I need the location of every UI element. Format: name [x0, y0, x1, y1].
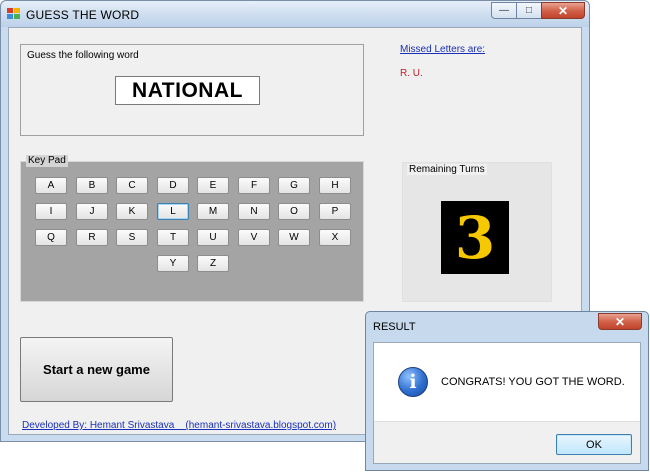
key-v-button[interactable]: V — [238, 229, 270, 246]
minimize-icon: — — [499, 5, 509, 16]
missed-letters-title: Missed Letters are: — [400, 44, 486, 55]
key-w-button[interactable]: W — [278, 229, 310, 246]
close-button[interactable]: ✕ — [541, 2, 585, 19]
developer-link[interactable]: Developed By: Hemant Srivastava (hemant-… — [22, 420, 336, 431]
maximize-icon: □ — [525, 5, 533, 16]
key-l-button[interactable]: L — [157, 203, 189, 220]
key-e-button[interactable]: E — [197, 177, 229, 194]
ok-button[interactable]: OK — [556, 434, 632, 455]
key-o-button[interactable]: O — [278, 203, 310, 220]
remaining-turns-group: Remaining Turns 3 — [402, 162, 552, 302]
key-k-button[interactable]: K — [116, 203, 148, 220]
key-b-button[interactable]: B — [76, 177, 108, 194]
key-u-button[interactable]: U — [197, 229, 229, 246]
app-icon — [7, 8, 21, 20]
key-z-button[interactable]: Z — [197, 255, 229, 272]
close-icon: ✕ — [614, 314, 626, 329]
title-bar[interactable]: GUESS THE WORD — □ ✕ — [1, 1, 589, 27]
minimize-button[interactable]: — — [491, 2, 517, 19]
key-t-button[interactable]: T — [157, 229, 189, 246]
key-c-button[interactable]: C — [116, 177, 148, 194]
key-g-button[interactable]: G — [278, 177, 310, 194]
window-title: GUESS THE WORD — [26, 8, 140, 22]
word-display: NATIONAL — [115, 76, 260, 105]
dialog-footer: OK — [374, 421, 640, 463]
key-j-button[interactable]: J — [76, 203, 108, 220]
key-i-button[interactable]: I — [35, 203, 67, 220]
keypad-group: Key Pad ABCDEFGH IJKLMNOP QRSTUVWX YZ — [20, 155, 364, 302]
close-icon: ✕ — [557, 3, 569, 18]
key-r-button[interactable]: R — [76, 229, 108, 246]
start-new-game-button[interactable]: Start a new game — [20, 337, 173, 402]
key-y-button[interactable]: Y — [157, 255, 189, 272]
key-n-button[interactable]: N — [238, 203, 270, 220]
key-q-button[interactable]: Q — [35, 229, 67, 246]
key-d-button[interactable]: D — [157, 177, 189, 194]
dialog-body: i CONGRATS! YOU GOT THE WORD. OK — [373, 342, 641, 464]
key-f-button[interactable]: F — [238, 177, 270, 194]
dialog-title: RESULT — [373, 321, 416, 333]
key-a-button[interactable]: A — [35, 177, 67, 194]
missed-letters-value: R. U. — [400, 68, 423, 79]
key-s-button[interactable]: S — [116, 229, 148, 246]
guess-group: Guess the following word NATIONAL — [20, 44, 364, 136]
key-p-button[interactable]: P — [319, 203, 351, 220]
remaining-turns-value: 3 — [441, 201, 509, 274]
maximize-button[interactable]: □ — [516, 2, 542, 19]
info-icon: i — [398, 367, 428, 397]
key-x-button[interactable]: X — [319, 229, 351, 246]
dialog-close-button[interactable]: ✕ — [598, 313, 642, 330]
guess-label: Guess the following word — [27, 50, 139, 61]
dialog-message: CONGRATS! YOU GOT THE WORD. — [441, 376, 625, 388]
result-dialog: RESULT ✕ i CONGRATS! YOU GOT THE WORD. O… — [365, 311, 649, 471]
remaining-turns-legend: Remaining Turns — [407, 164, 487, 175]
key-m-button[interactable]: M — [197, 203, 229, 220]
key-h-button[interactable]: H — [319, 177, 351, 194]
caption-buttons: — □ ✕ — [491, 2, 585, 19]
keypad-legend: Key Pad — [26, 155, 68, 167]
